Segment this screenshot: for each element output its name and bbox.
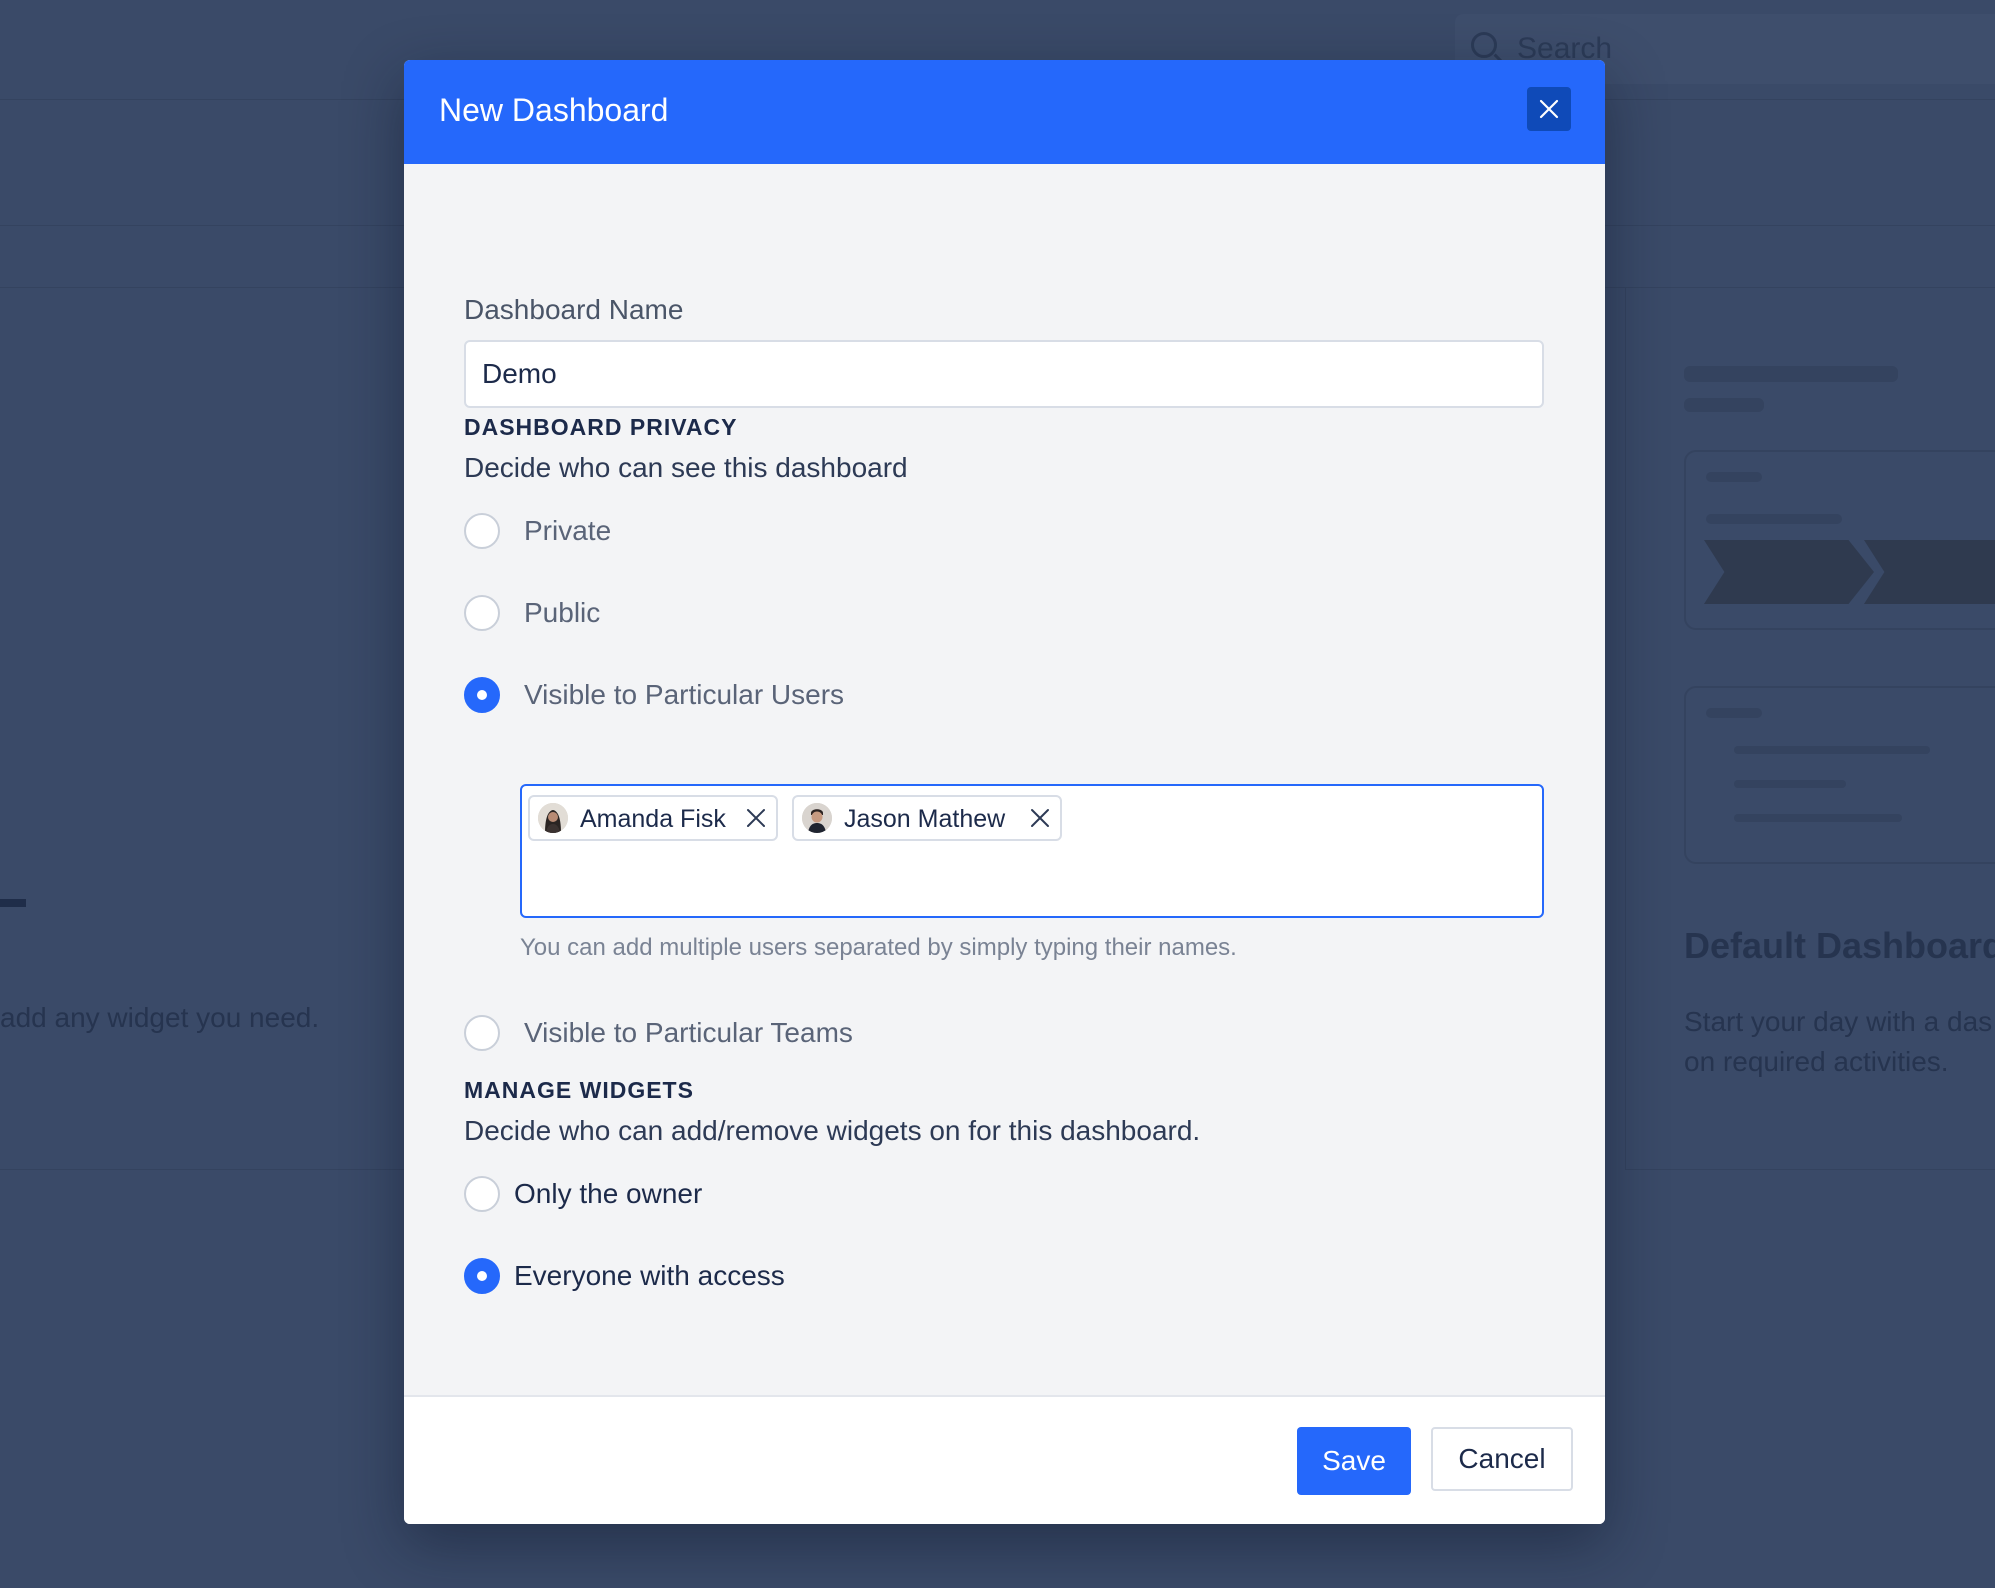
user-chip-name: Jason Mathew bbox=[844, 805, 1006, 833]
user-chip-name: Amanda Fisk bbox=[580, 805, 726, 833]
modal-header: New Dashboard bbox=[404, 60, 1605, 164]
radio-private[interactable] bbox=[464, 513, 500, 549]
users-tag-input[interactable]: Amanda Fisk Jason Mathew bbox=[520, 784, 1544, 918]
user-chip: Jason Mathew bbox=[792, 795, 1062, 841]
radio-everyone-with-access[interactable] bbox=[464, 1258, 500, 1294]
new-dashboard-modal: New Dashboard Dashboard Name DASHBOARD P… bbox=[404, 60, 1605, 1524]
privacy-option-particular-teams[interactable]: Visible to Particular Teams bbox=[464, 1014, 964, 1054]
remove-user-icon[interactable] bbox=[1029, 807, 1051, 829]
radio-label: Private bbox=[524, 515, 612, 546]
radio-particular-teams[interactable] bbox=[464, 1015, 500, 1051]
radio-label: Everyone with access bbox=[514, 1260, 785, 1291]
avatar bbox=[802, 803, 832, 833]
skeleton-line bbox=[1684, 366, 1898, 382]
users-hint-text: You can add multiple users separated by … bbox=[520, 934, 1237, 961]
description-line: on required activities. bbox=[1684, 1046, 1949, 1077]
remove-user-icon[interactable] bbox=[745, 807, 767, 829]
radio-label: Public bbox=[524, 597, 601, 628]
skeleton-line bbox=[1684, 398, 1764, 412]
dashboard-name-input[interactable] bbox=[464, 340, 1544, 408]
description-line: Start your day with a das bbox=[1684, 1006, 1993, 1037]
modal-body: Dashboard Name DASHBOARD PRIVACY Decide … bbox=[404, 164, 1605, 1455]
widgets-option-only-owner[interactable]: Only the owner bbox=[464, 1175, 864, 1215]
add-dashboard-card-text: add any widget you need. bbox=[0, 1002, 320, 1033]
skeleton-line bbox=[1706, 708, 1762, 718]
save-button[interactable]: Save bbox=[1297, 1427, 1411, 1495]
avatar-image bbox=[802, 803, 832, 833]
pipeline-stage-chevron bbox=[1704, 540, 1874, 604]
widgets-option-everyone[interactable]: Everyone with access bbox=[464, 1257, 864, 1297]
cancel-button[interactable]: Cancel bbox=[1431, 1427, 1573, 1491]
privacy-option-public[interactable]: Public bbox=[464, 594, 764, 634]
modal-title: New Dashboard bbox=[439, 92, 669, 128]
radio-only-owner[interactable] bbox=[464, 1176, 500, 1212]
privacy-section-description: Decide who can see this dashboard bbox=[464, 452, 908, 483]
privacy-option-particular-users[interactable]: Visible to Particular Users bbox=[464, 676, 964, 716]
user-chip: Amanda Fisk bbox=[528, 795, 778, 841]
skeleton-line bbox=[1734, 814, 1902, 822]
skeleton-line bbox=[1734, 780, 1846, 788]
modal-footer: Save Cancel bbox=[404, 1395, 1605, 1524]
default-dashboard-title: Default Dashboard bbox=[1684, 925, 1995, 966]
radio-public[interactable] bbox=[464, 595, 500, 631]
privacy-option-private[interactable]: Private bbox=[464, 512, 764, 552]
avatar bbox=[538, 803, 568, 833]
skeleton-preview-list bbox=[1684, 686, 1995, 864]
radio-label: Visible to Particular Users bbox=[524, 679, 845, 710]
add-dashboard-card[interactable] bbox=[0, 288, 410, 1170]
avatar-image bbox=[538, 803, 568, 833]
radio-label: Only the owner bbox=[514, 1178, 703, 1209]
plus-icon bbox=[0, 863, 34, 943]
privacy-section-title: DASHBOARD PRIVACY bbox=[464, 414, 738, 440]
close-icon bbox=[1539, 99, 1559, 119]
radio-particular-users[interactable] bbox=[464, 677, 500, 713]
dashboard-name-label: Dashboard Name bbox=[464, 294, 684, 325]
skeleton-line bbox=[1734, 746, 1930, 754]
widgets-section-description: Decide who can add/remove widgets on for… bbox=[464, 1115, 1201, 1146]
close-button[interactable] bbox=[1527, 87, 1571, 131]
skeleton-line bbox=[1706, 472, 1762, 482]
default-dashboard-description: Start your day with a das on required ac… bbox=[1684, 1002, 1995, 1082]
skeleton-line bbox=[1706, 514, 1842, 524]
widgets-section-title: MANAGE WIDGETS bbox=[464, 1077, 694, 1103]
radio-label: Visible to Particular Teams bbox=[524, 1017, 853, 1048]
users-search-input[interactable] bbox=[1062, 800, 1522, 836]
search-icon bbox=[1471, 32, 1497, 58]
skeleton-preview-pipeline bbox=[1684, 450, 1995, 630]
pipeline-stage-chevron bbox=[1864, 540, 1995, 604]
